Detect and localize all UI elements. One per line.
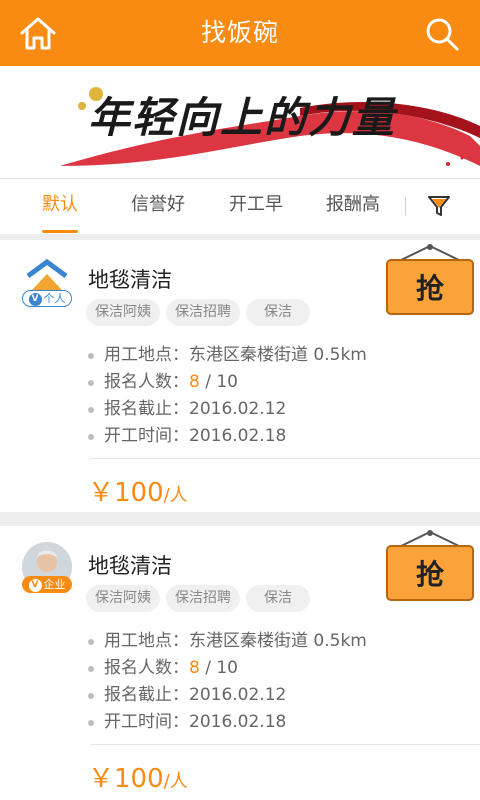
svg-text:抢: 抢 [416, 272, 445, 305]
card-divider [90, 458, 480, 459]
poster-type-badge: V 企业 [22, 576, 72, 593]
job-price: ￥100/人 [88, 764, 188, 794]
job-card[interactable]: V 企业 地毯清洁 保洁阿姨 保洁招聘 保洁 抢 用工地点：东港区秦楼街道 0.5km… [0, 526, 480, 800]
job-info-list: 用工地点：东港区秦楼街道 0.5km 报名人数：8 / 10 报名截止：2016… [88, 628, 367, 736]
info-location: 用工地点：东港区秦楼街道 0.5km [88, 342, 367, 369]
tab-divider [405, 197, 406, 215]
tab-high-pay[interactable]: 报酬高 [311, 179, 395, 231]
job-tags: 保洁阿姨 保洁招聘 保洁 [86, 299, 316, 327]
info-deadline: 报名截止：2016.02.12 [88, 682, 367, 709]
job-tag: 保洁 [246, 585, 310, 612]
filter-icon[interactable] [426, 193, 452, 219]
tab-default[interactable]: 默认 [18, 179, 102, 231]
grab-button[interactable]: 抢 [385, 244, 475, 316]
verified-icon: V [28, 292, 42, 306]
info-deadline: 报名截止：2016.02.12 [88, 396, 367, 423]
app-header: 找饭碗 [0, 0, 480, 66]
job-tag: 保洁招聘 [166, 299, 240, 326]
job-tags: 保洁阿姨 保洁招聘 保洁 [86, 585, 316, 613]
tab-reputation[interactable]: 信誉好 [116, 179, 200, 231]
grab-button[interactable]: 抢 [385, 530, 475, 602]
job-info-list: 用工地点：东港区秦楼街道 0.5km 报名人数：8 / 10 报名截止：2016… [88, 342, 367, 450]
page-title: 找饭碗 [200, 18, 279, 47]
tab-early-start[interactable]: 开工早 [214, 179, 298, 231]
svg-text:抢: 抢 [416, 558, 445, 591]
job-tag: 保洁阿姨 [86, 299, 160, 326]
job-tag: 保洁招聘 [166, 585, 240, 612]
card-divider [90, 744, 480, 745]
info-signup: 报名人数：8 / 10 [88, 655, 367, 682]
sort-tabs: 默认 信誉好 开工早 报酬高 [0, 178, 480, 234]
info-start-date: 开工时间：2016.02.18 [88, 709, 367, 736]
verified-icon: V [28, 578, 42, 592]
job-title: 地毯清洁 [88, 268, 172, 292]
info-start-date: 开工时间：2016.02.18 [88, 423, 367, 450]
info-signup: 报名人数：8 / 10 [88, 369, 367, 396]
info-location: 用工地点：东港区秦楼街道 0.5km [88, 628, 367, 655]
job-tag: 保洁阿姨 [86, 585, 160, 612]
job-title: 地毯清洁 [88, 554, 172, 578]
job-tag: 保洁 [246, 299, 310, 326]
search-icon[interactable] [422, 14, 462, 52]
job-price: ￥100/人 [88, 478, 188, 508]
banner-slogan: 年轻向上的力量 [88, 93, 397, 142]
promo-banner[interactable]: 年轻向上的力量 [0, 66, 480, 178]
job-card[interactable]: V 个人 地毯清洁 保洁阿姨 保洁招聘 保洁 抢 用工地点：东港区秦楼街道 0.5km… [0, 240, 480, 512]
tab-active-indicator [42, 230, 78, 233]
poster-type-badge: V 个人 [22, 290, 72, 307]
